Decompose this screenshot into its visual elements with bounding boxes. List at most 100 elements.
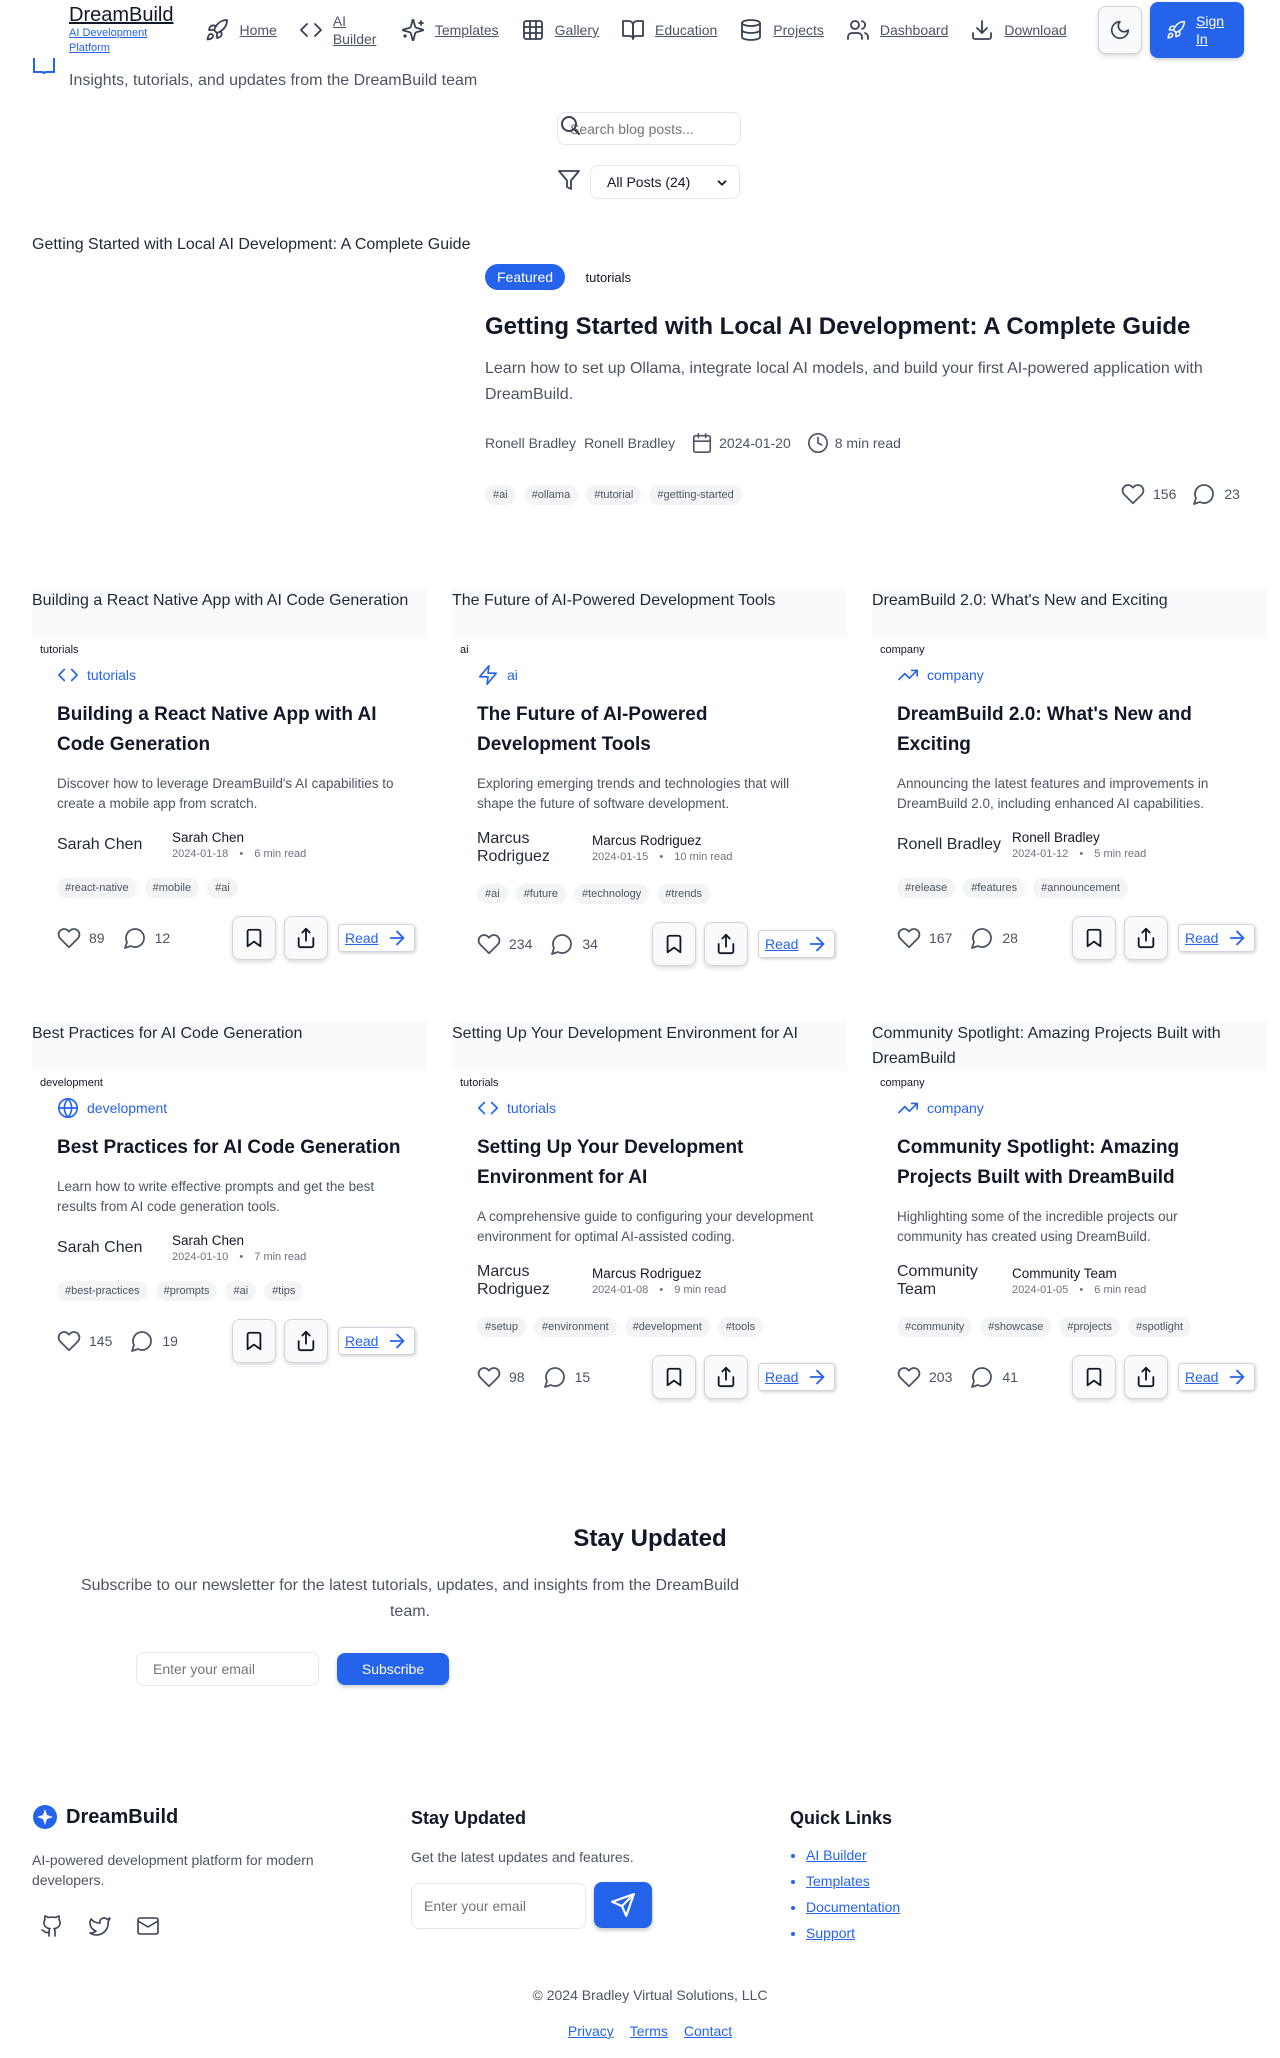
bookmark-button[interactable]	[1072, 916, 1116, 960]
tag[interactable]: #tutorial	[586, 485, 642, 505]
comment-stat[interactable]: 34	[550, 932, 598, 956]
read-button[interactable]: Read	[758, 930, 836, 958]
theme-toggle-button[interactable]	[1098, 6, 1142, 54]
post-title[interactable]: Community Spotlight: Amazing Projects Bu…	[897, 1133, 1242, 1193]
bookmark-button[interactable]	[652, 922, 696, 966]
post-title[interactable]: Setting Up Your Development Environment …	[477, 1133, 822, 1193]
comment-stat[interactable]: 15	[543, 1365, 590, 1389]
like-stat[interactable]: 234	[477, 932, 532, 956]
tag[interactable]: #technology	[573, 884, 650, 904]
tag[interactable]: #react-native	[57, 878, 137, 898]
nav-item-projects[interactable]: Projects	[739, 18, 824, 42]
nav-item-dashboard[interactable]: Dashboard	[846, 18, 948, 42]
tag[interactable]: #ai	[225, 1281, 257, 1301]
post-title[interactable]: The Future of AI-Powered Development Too…	[477, 700, 822, 760]
quick-link-label[interactable]: Templates	[806, 1873, 870, 1889]
read-button[interactable]: Read	[1178, 924, 1256, 952]
tag[interactable]: #setup	[477, 1317, 527, 1337]
footer-send-button[interactable]	[594, 1882, 652, 1928]
tag[interactable]: #announcement	[1033, 878, 1128, 898]
tag[interactable]: #projects	[1059, 1317, 1120, 1337]
bookmark-button[interactable]	[652, 1355, 696, 1399]
tag[interactable]: #features	[963, 878, 1026, 898]
nav-item-education[interactable]: Education	[621, 18, 717, 42]
tag[interactable]: #ollama	[523, 485, 579, 505]
bookmark-button[interactable]	[232, 1319, 276, 1363]
search-input[interactable]	[558, 113, 740, 144]
post-image[interactable]: Building a React Native App with AI Code…	[32, 588, 427, 638]
brand-tagline[interactable]: AI Development Platform	[69, 26, 165, 56]
footer-email-input[interactable]	[411, 1883, 586, 1929]
tag[interactable]: #tips	[264, 1281, 304, 1301]
tag[interactable]: #mobile	[144, 878, 200, 898]
featured-title[interactable]: Getting Started with Local AI Developmen…	[485, 312, 1245, 342]
tag[interactable]: #spotlight	[1127, 1317, 1192, 1337]
tag[interactable]: #release	[897, 878, 956, 898]
tag[interactable]: #best-practices	[57, 1281, 148, 1301]
quick-link-support[interactable]: Support	[806, 1925, 900, 1941]
post-title[interactable]: Best Practices for AI Code Generation	[57, 1133, 402, 1163]
quick-link-ai-builder[interactable]: AI Builder	[806, 1847, 900, 1863]
comment-stat[interactable]: 19	[130, 1329, 178, 1353]
bookmark-button[interactable]	[232, 916, 276, 960]
like-stat[interactable]: 89	[57, 926, 105, 950]
quick-link-label[interactable]: Documentation	[806, 1899, 900, 1915]
share-button[interactable]	[704, 1355, 748, 1399]
read-button[interactable]: Read	[338, 924, 416, 952]
like-stat[interactable]: 167	[897, 926, 952, 950]
quick-link-label[interactable]: AI Builder	[806, 1847, 867, 1863]
quick-link-label[interactable]: Support	[806, 1925, 855, 1941]
tag[interactable]: #ai	[207, 878, 238, 898]
comment-icon[interactable]	[1192, 482, 1216, 506]
post-image[interactable]: Community Spotlight: Amazing Projects Bu…	[872, 1021, 1267, 1071]
tag[interactable]: #prompts	[155, 1281, 218, 1301]
nav-item-download[interactable]: Download	[970, 18, 1067, 42]
terms-link[interactable]: Terms	[630, 2023, 668, 2039]
nav-item-templates[interactable]: Templates	[401, 18, 499, 42]
comment-stat[interactable]: 28	[970, 926, 1018, 950]
category-filter-select[interactable]: All Posts (24)	[590, 165, 740, 199]
mail-icon[interactable]	[136, 1914, 160, 1938]
post-image[interactable]: DreamBuild 2.0: What's New and Exciting	[872, 588, 1267, 638]
like-stat[interactable]: 145	[57, 1329, 112, 1353]
bookmark-button[interactable]	[1072, 1355, 1116, 1399]
brand-link[interactable]: DreamBuild AI Development Platform	[69, 4, 173, 56]
share-button[interactable]	[1124, 1355, 1168, 1399]
comment-stat[interactable]: 41	[970, 1365, 1018, 1389]
sign-in-button[interactable]: Sign In	[1150, 2, 1244, 58]
read-button[interactable]: Read	[758, 1363, 836, 1391]
post-title[interactable]: DreamBuild 2.0: What's New and Exciting	[897, 700, 1242, 760]
like-stat[interactable]: 203	[897, 1365, 952, 1389]
tag[interactable]: #community	[897, 1317, 973, 1337]
post-title[interactable]: Building a React Native App with AI Code…	[57, 700, 402, 760]
share-button[interactable]	[284, 916, 328, 960]
read-button[interactable]: Read	[1178, 1363, 1256, 1391]
share-button[interactable]	[284, 1319, 328, 1363]
nav-item-ai-builder[interactable]: AI Builder	[299, 12, 379, 48]
tag[interactable]: #development	[624, 1317, 710, 1337]
tag[interactable]: #ai	[485, 485, 516, 505]
newsletter-email-input[interactable]	[136, 1652, 319, 1686]
post-image[interactable]: Best Practices for AI Code Generation	[32, 1021, 427, 1071]
comment-stat[interactable]: 12	[123, 926, 170, 950]
nav-item-gallery[interactable]: Gallery	[521, 18, 599, 42]
github-icon[interactable]	[40, 1914, 64, 1938]
tag[interactable]: #ai	[477, 884, 508, 904]
quick-link-templates[interactable]: Templates	[806, 1873, 900, 1889]
like-stat[interactable]: 98	[477, 1365, 525, 1389]
nav-item-home[interactable]: Home	[205, 18, 277, 42]
featured-image[interactable]: Getting Started with Local AI Developmen…	[32, 232, 472, 258]
heart-icon[interactable]	[1121, 482, 1145, 506]
share-button[interactable]	[1124, 916, 1168, 960]
brand-name[interactable]: DreamBuild	[69, 4, 173, 26]
twitter-icon[interactable]	[88, 1914, 112, 1938]
subscribe-button[interactable]: Subscribe	[337, 1653, 449, 1685]
tag[interactable]: #environment	[534, 1317, 617, 1337]
tag[interactable]: #getting-started	[649, 485, 742, 505]
tag[interactable]: #future	[515, 884, 566, 904]
contact-link[interactable]: Contact	[684, 2023, 732, 2039]
quick-link-documentation[interactable]: Documentation	[806, 1899, 900, 1915]
post-image[interactable]: The Future of AI-Powered Development Too…	[452, 588, 847, 638]
post-image[interactable]: Setting Up Your Development Environment …	[452, 1021, 847, 1071]
read-button[interactable]: Read	[338, 1327, 416, 1355]
